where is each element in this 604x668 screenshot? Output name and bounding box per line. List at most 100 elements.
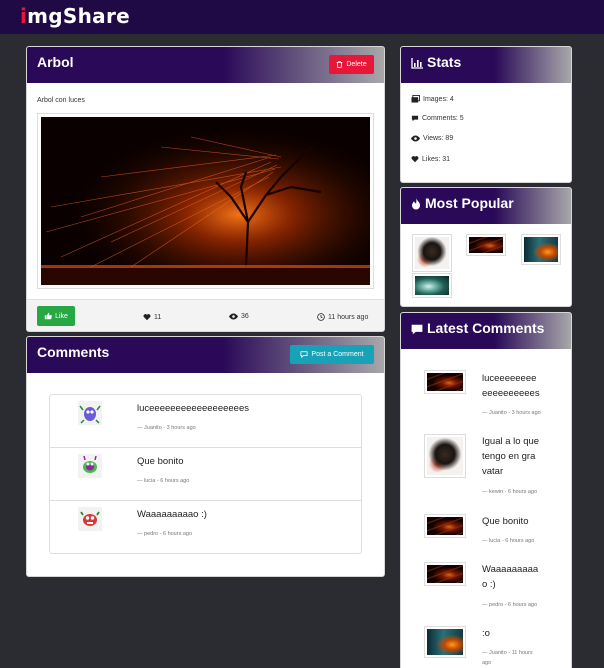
purple-monster-avatar <box>78 401 102 425</box>
comment-list: luceeeeeeeeeeeeeeeeees — Juanito - 3 hou… <box>49 394 362 554</box>
latest-comment-text: :o <box>482 628 490 639</box>
cat-image <box>427 437 463 475</box>
comment-item: Que bonito — lucia - 6 hours ago <box>50 448 361 501</box>
popular-thumb[interactable] <box>412 234 452 272</box>
post-comment-button[interactable]: Post a Comment <box>290 345 374 364</box>
stats-card-header: Stats <box>401 47 571 83</box>
stat-views-text: Views: 89 <box>423 135 454 142</box>
popular-card-header: Most Popular <box>401 188 571 224</box>
comment-text: Waaaaaaaaao :) <box>137 509 207 520</box>
stat-images-text: Images: 4 <box>423 95 454 103</box>
comment-item: luceeeeeeeeeeeeeeeeees — Juanito - 3 hou… <box>50 395 361 448</box>
latest-comment-thumb[interactable] <box>424 434 466 478</box>
latest-comment-meta: — kewin - 6 hours ago <box>482 489 538 495</box>
red-monster-avatar <box>78 507 102 531</box>
post-comment-label: Post a Comment <box>311 351 364 358</box>
time-value: 11 hours ago <box>328 313 369 321</box>
comment-meta: — lucia - 6 hours ago <box>137 478 190 484</box>
like-button[interactable]: Like <box>37 306 75 326</box>
latest-comment-meta: — Juanito - 3 hours ago <box>482 410 541 416</box>
comment-text: luceeeeeeeeeeeeeeeeees <box>137 403 249 414</box>
latest-comment-thumb[interactable] <box>424 370 466 394</box>
fire-tree-image <box>427 517 463 535</box>
latest-comment-text: Igual a lo que tengo en gravatar <box>482 436 540 477</box>
stat-likes-text: Likes: 31 <box>422 155 451 163</box>
comment-meta: — pedro - 6 hours ago <box>137 531 193 537</box>
images-icon <box>411 95 420 103</box>
upload-time: 11 hours ago <box>317 313 368 321</box>
bar-chart-icon <box>411 58 423 69</box>
like-label: Like <box>55 312 68 320</box>
navbar: imgShare <box>0 0 604 34</box>
image-card-header: Arbol Delete <box>27 47 384 83</box>
eye-icon <box>411 135 420 142</box>
stat-views: Views: 89 <box>411 135 453 142</box>
fire-tree-image <box>427 565 463 583</box>
image-description: Arbol con luces <box>37 97 85 104</box>
stats-title-text: Stats <box>427 54 462 70</box>
popular-thumb[interactable] <box>466 234 506 256</box>
latest-comment-thumb[interactable] <box>424 514 466 538</box>
comment-meta: — Juanito - 3 hours ago <box>137 425 196 431</box>
comment-text: Que bonito <box>137 456 184 467</box>
popular-title: Most Popular <box>411 195 514 211</box>
delete-button[interactable]: Delete <box>329 55 374 74</box>
cat-image <box>415 237 449 269</box>
views-value: 36 <box>241 313 249 320</box>
fire-tree-image <box>41 117 370 285</box>
likes-count: 11 <box>143 313 161 321</box>
views-count: 36 <box>229 313 249 320</box>
comments-title: Comments <box>37 344 110 360</box>
latest-comment-thumb[interactable] <box>424 562 466 586</box>
popular-thumb[interactable] <box>412 273 452 298</box>
latest-card-header: Latest Comments <box>401 313 571 349</box>
stat-likes: Likes: 31 <box>411 155 450 163</box>
latest-comment-thumb[interactable] <box>424 626 466 658</box>
popular-thumb[interactable] <box>521 234 561 265</box>
eye-icon <box>229 313 238 320</box>
comment-icon <box>300 351 308 358</box>
latest-title: Latest Comments <box>411 320 544 336</box>
latest-comment-text: luceeeeeeeeeeeeeeeeees <box>482 373 540 399</box>
aurora-image <box>415 276 449 295</box>
image-card-footer: Like 11 36 11 hours ago <box>27 299 384 331</box>
stats-card: Stats Images: 4 Comments: 5 Views: 89 Li… <box>400 46 572 183</box>
comments-card-header: Comments Post a Comment <box>27 337 384 373</box>
image-title: Arbol <box>37 54 74 70</box>
latest-comment-text: Que bonito <box>482 516 529 527</box>
comments-card: Comments Post a Comment luceeeeeeeeeeeee… <box>26 336 385 577</box>
stat-images: Images: 4 <box>411 95 454 103</box>
delete-label: Delete <box>346 61 367 68</box>
likes-value: 11 <box>154 313 162 321</box>
fire-icon <box>412 198 420 210</box>
main-image[interactable] <box>41 117 370 285</box>
comment-icon <box>411 115 419 122</box>
latest-comment-meta: — pedro - 6 hours ago <box>482 602 538 608</box>
stat-comments-text: Comments: 5 <box>422 115 464 122</box>
green-monster-avatar <box>78 454 102 478</box>
brand-logo-text: mgShare <box>27 4 130 28</box>
heart-icon <box>411 156 419 163</box>
popular-card: Most Popular <box>400 187 572 307</box>
fire-tree-image <box>427 373 463 391</box>
popular-title-text: Most Popular <box>425 195 514 211</box>
comment-icon <box>411 324 423 335</box>
forest-image <box>427 629 463 655</box>
image-card: Arbol Delete Arbol con luces Like 11 36 … <box>26 46 385 332</box>
stats-title: Stats <box>411 54 461 70</box>
comment-item: Waaaaaaaaao :) — pedro - 6 hours ago <box>50 501 361 554</box>
brand-logo[interactable]: imgShare <box>20 4 130 28</box>
image-frame <box>37 113 374 289</box>
clock-icon <box>317 313 325 321</box>
stat-comments: Comments: 5 <box>411 115 464 122</box>
latest-comment-meta: — lucia - 6 hours ago <box>482 538 535 544</box>
trash-icon <box>337 61 343 68</box>
fire-tree-image <box>469 237 503 253</box>
thumbs-up-icon <box>44 312 52 320</box>
forest-image <box>524 237 558 262</box>
latest-title-text: Latest Comments <box>427 320 545 336</box>
latest-comment-meta: — Juanito - 11 hours ago <box>482 650 533 666</box>
heart-icon <box>143 314 151 321</box>
latest-comment-text: Waaaaaaaaao :) <box>482 564 539 590</box>
latest-comments-card: Latest Comments luceeeeeeeeeeeeeeeeees —… <box>400 312 572 668</box>
